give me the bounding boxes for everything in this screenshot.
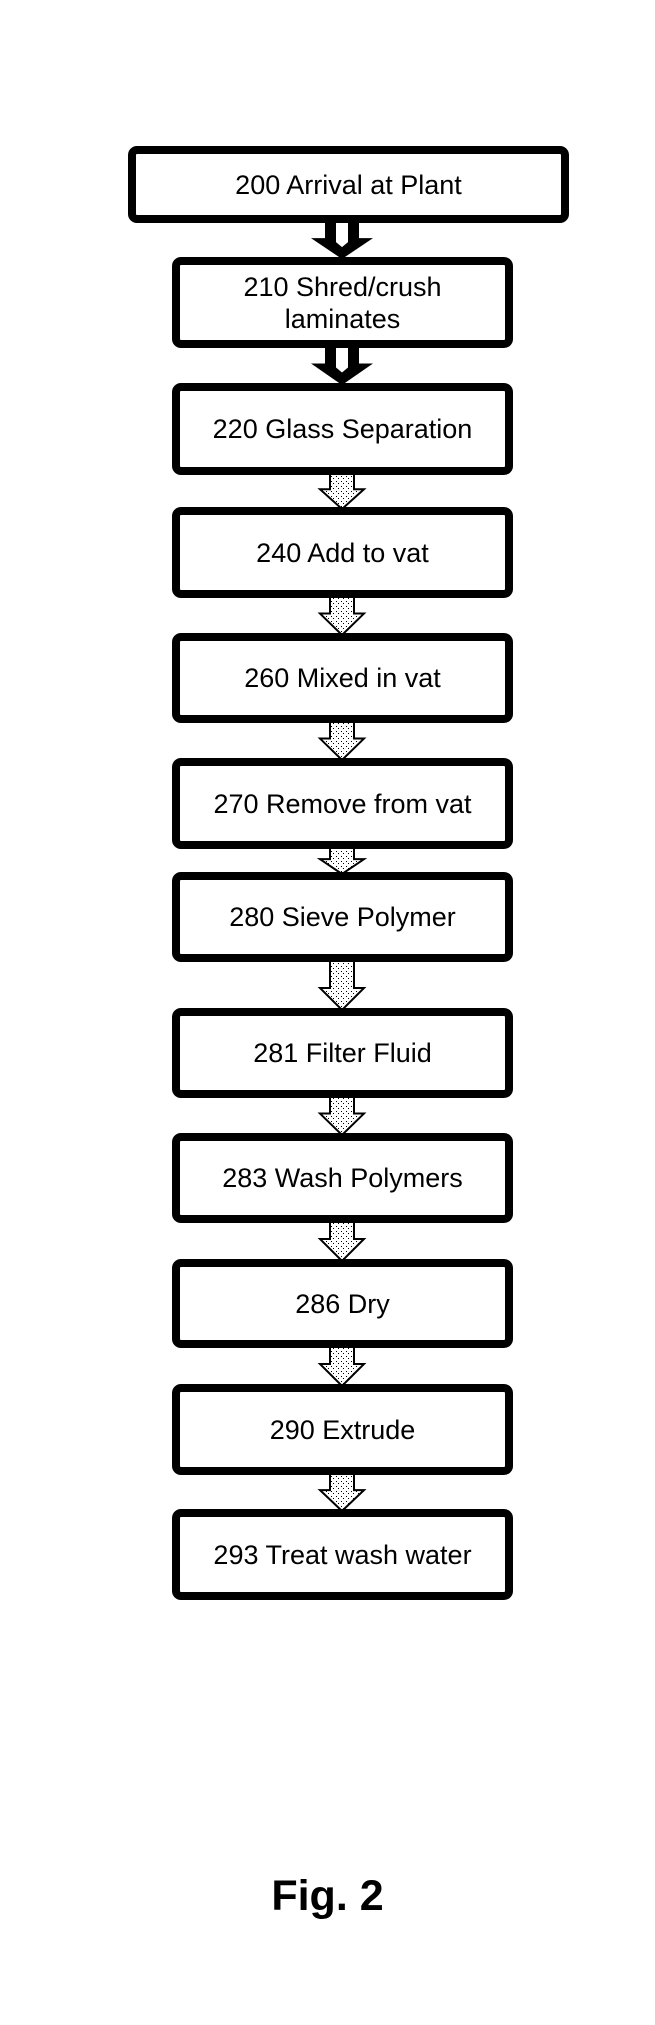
- step-label: 260 Mixed in vat: [244, 663, 441, 693]
- step-box-210: 210 Shred/crush laminates: [172, 257, 513, 348]
- step-box-260: 260 Mixed in vat: [172, 633, 513, 723]
- figure-caption: Fig. 2: [271, 1872, 384, 1920]
- arrow-down-icon: [317, 472, 367, 511]
- step-label: 210 Shred/crush laminates: [243, 271, 442, 334]
- step-label: 283 Wash Polymers: [222, 1163, 463, 1193]
- step-box-293: 293 Treat wash water: [172, 1509, 513, 1600]
- step-label: 270 Remove from vat: [213, 788, 472, 819]
- step-label: 293 Treat wash water: [213, 1539, 472, 1570]
- step-label: 220 Glass Separation: [212, 414, 473, 444]
- step-label: 290 Extrude: [269, 1414, 416, 1445]
- step-box-283: 283 Wash Polymers: [172, 1133, 513, 1223]
- step-box-240: 240 Add to vat: [172, 507, 513, 598]
- step-box-286: 286 Dry: [172, 1259, 513, 1348]
- arrow-down-icon: [317, 1220, 367, 1263]
- step-box-200: 200 Arrival at Plant: [128, 146, 569, 223]
- arrow-slot: [336, 221, 348, 248]
- arrow-down-icon: [317, 1095, 367, 1137]
- arrow-down-icon: [317, 1345, 367, 1388]
- step-label: 280 Sieve Polymer: [229, 902, 456, 932]
- step-box-290: 290 Extrude: [172, 1384, 513, 1475]
- step-box-280: 280 Sieve Polymer: [172, 872, 513, 962]
- step-box-281: 281 Filter Fluid: [172, 1008, 513, 1098]
- arrow-down-icon: [317, 1472, 367, 1513]
- arrow-down-icon: [317, 595, 367, 637]
- arrow-down-icon: [317, 720, 367, 762]
- arrow-down-icon: [317, 959, 367, 1012]
- step-box-220: 220 Glass Separation: [172, 383, 513, 475]
- step-label: 281 Filter Fluid: [253, 1038, 432, 1068]
- step-box-270: 270 Remove from vat: [172, 758, 513, 849]
- step-label: 240 Add to vat: [256, 537, 429, 568]
- step-label: 286 Dry: [295, 1288, 390, 1319]
- step-label: 200 Arrival at Plant: [235, 169, 462, 200]
- arrow-slot: [336, 346, 348, 373]
- arrow-down-icon: [316, 846, 368, 876]
